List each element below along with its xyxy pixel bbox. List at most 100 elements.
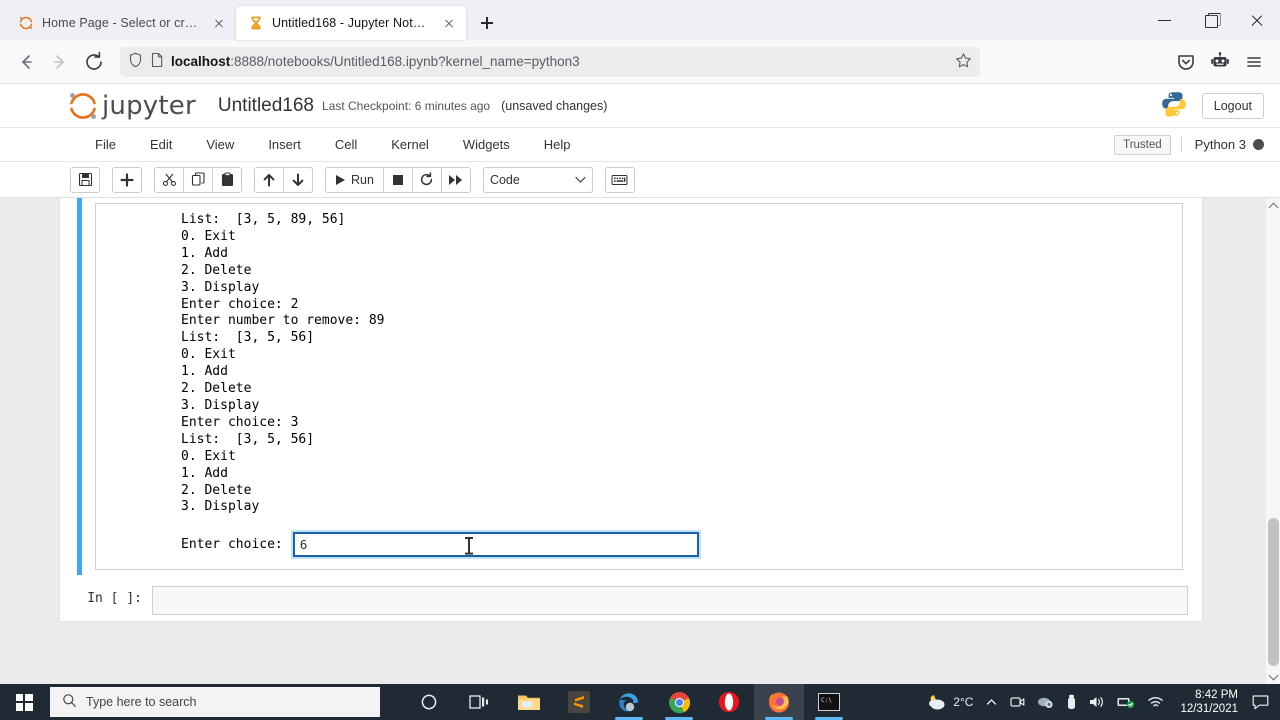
window-close-button[interactable]	[1234, 0, 1280, 40]
stop-square-icon[interactable]	[382, 166, 413, 193]
jupyter-wordmark: jupyter	[102, 90, 196, 121]
taskbar-app-terminal[interactable]: C:\	[804, 684, 854, 720]
taskbar-app-opera[interactable]	[704, 684, 754, 720]
logout-button[interactable]: Logout	[1201, 92, 1264, 119]
toolbar-edit-group	[154, 166, 242, 193]
fast-forward-icon[interactable]	[440, 166, 471, 193]
menu-kernel[interactable]: Kernel	[374, 128, 446, 162]
url-text: localhost:8888/notebooks/Untitled168.ipy…	[171, 54, 948, 69]
kernel-indicator[interactable]: Python 3	[1180, 137, 1264, 152]
toolbar-keyboard-group	[604, 166, 635, 193]
scissors-icon[interactable]	[154, 166, 184, 193]
run-button[interactable]: Run	[325, 166, 384, 193]
taskbar-app-cortana[interactable]	[404, 684, 454, 720]
menu-widgets[interactable]: Widgets	[446, 128, 527, 162]
taskbar-app-file-explorer[interactable]	[504, 684, 554, 720]
jupyter-logo-icon	[70, 92, 96, 119]
clock-time: 8:42 PM	[1195, 689, 1238, 701]
extension-robot-icon[interactable]	[1204, 46, 1236, 78]
restart-circle-icon[interactable]	[411, 166, 442, 193]
arrow-up-icon[interactable]	[254, 166, 284, 193]
cell-type-value: Code	[489, 172, 520, 187]
forward-icon[interactable]	[44, 46, 76, 78]
cell-output-area: List: [3, 5, 89, 56] 0. Exit 1. Add 2. D…	[95, 203, 1183, 571]
menu-cell[interactable]: Cell	[318, 128, 374, 162]
cloud-sync-icon[interactable]	[1031, 684, 1060, 720]
menubar-right: Trusted Python 3	[1114, 134, 1280, 155]
copy-icon[interactable]	[183, 166, 213, 193]
menu-file[interactable]: File	[78, 128, 133, 162]
code-cell-empty[interactable]: In [ ]:	[60, 580, 1202, 621]
minimize-button[interactable]	[1142, 0, 1188, 40]
stdin-input[interactable]: 6	[292, 532, 699, 558]
taskbar-app-microsoft-edge[interactable]	[604, 684, 654, 720]
menu-insert[interactable]: Insert	[251, 128, 318, 162]
toolbar-save-group	[70, 166, 100, 193]
close-icon[interactable]	[440, 14, 458, 32]
scroll-down-icon[interactable]	[1266, 668, 1280, 684]
clock-date: 12/31/2021	[1180, 703, 1238, 715]
taskbar-search[interactable]: Type here to search	[50, 687, 380, 717]
paste-icon[interactable]	[212, 166, 242, 193]
pocket-icon[interactable]	[1170, 46, 1202, 78]
volume-icon[interactable]	[1083, 684, 1111, 720]
url-path: :8888/notebooks/Untitled168.ipynb?kernel…	[230, 54, 580, 69]
start-button[interactable]	[0, 684, 48, 720]
chevron-up-icon[interactable]	[979, 684, 1004, 720]
battery-icon[interactable]	[1060, 684, 1083, 720]
wifi-icon[interactable]	[1141, 684, 1170, 720]
star-icon[interactable]	[955, 52, 972, 72]
cell-code-editor[interactable]	[152, 586, 1188, 616]
hamburger-menu-icon[interactable]	[1238, 46, 1270, 78]
plus-icon[interactable]	[112, 166, 142, 193]
stdin-input-value: 6	[299, 537, 308, 553]
browser-right-icons	[1170, 46, 1270, 78]
menu-view[interactable]: View	[189, 128, 251, 162]
page-icon[interactable]	[150, 52, 164, 71]
taskbar-clock[interactable]: 8:42 PM 12/31/2021	[1170, 684, 1246, 720]
search-placeholder: Type here to search	[86, 695, 197, 709]
taskbar-app-task-view[interactable]	[454, 684, 504, 720]
back-icon[interactable]	[10, 46, 42, 78]
camera-icon[interactable]	[1004, 684, 1031, 720]
close-icon[interactable]	[210, 14, 228, 32]
taskbar-app-sublime-text[interactable]	[554, 684, 604, 720]
notification-center-button[interactable]	[1246, 684, 1274, 720]
browser-tab-jupyter-notebook[interactable]: Untitled168 - Jupyter Notebook	[236, 6, 466, 40]
tab-title: Home Page - Select or create a	[42, 16, 202, 30]
weather-widget[interactable]: 2°C	[919, 684, 979, 720]
shield-icon[interactable]	[128, 52, 143, 71]
navigation-toolbar: localhost:8888/notebooks/Untitled168.ipy…	[0, 40, 1280, 84]
network-icon[interactable]	[1111, 684, 1141, 720]
weather-temperature: 2°C	[953, 695, 974, 709]
run-label: Run	[351, 172, 374, 187]
keyboard-icon[interactable]	[604, 166, 635, 193]
taskbar-app-firefox[interactable]	[754, 684, 804, 720]
new-tab-button[interactable]	[472, 8, 502, 38]
notebook-name[interactable]: Untitled168	[218, 95, 314, 117]
taskbar-app-google-chrome[interactable]	[654, 684, 704, 720]
chevron-down-icon	[575, 173, 586, 187]
stdin-prompt-row: Enter choice: 6	[96, 532, 1182, 558]
url-bar[interactable]: localhost:8888/notebooks/Untitled168.ipy…	[120, 46, 980, 77]
menu-edit[interactable]: Edit	[133, 128, 189, 162]
page-scrollbar[interactable]	[1265, 198, 1280, 684]
maximize-restore-button[interactable]	[1188, 0, 1234, 40]
scroll-up-icon[interactable]	[1266, 198, 1280, 214]
cell-type-select[interactable]: Code	[482, 166, 593, 193]
scrollbar-thumb[interactable]	[1268, 518, 1279, 666]
menu-help[interactable]: Help	[527, 128, 588, 162]
code-cell-selected[interactable]: List: [3, 5, 89, 56] 0. Exit 1. Add 2. D…	[60, 198, 1202, 576]
notebook-container: List: [3, 5, 89, 56] 0. Exit 1. Add 2. D…	[60, 198, 1202, 622]
save-icon[interactable]	[70, 166, 100, 193]
arrow-down-icon[interactable]	[283, 166, 313, 193]
notebook-body: List: [3, 5, 89, 56] 0. Exit 1. Add 2. D…	[0, 198, 1280, 684]
reload-icon[interactable]	[78, 46, 110, 78]
jupyter-logo[interactable]: jupyter	[66, 89, 196, 123]
cell-selection-bar	[77, 198, 82, 576]
jupyter-header: jupyter Untitled168 Last Checkpoint: 6 m…	[0, 84, 1280, 128]
unsaved-changes-label: (unsaved changes)	[501, 98, 608, 113]
svg-text:C:\: C:\	[821, 697, 832, 704]
system-tray: 2°C 8:42 PM 12/31/2021	[919, 684, 1280, 720]
browser-tab-home-page[interactable]: Home Page - Select or create a	[6, 6, 236, 40]
